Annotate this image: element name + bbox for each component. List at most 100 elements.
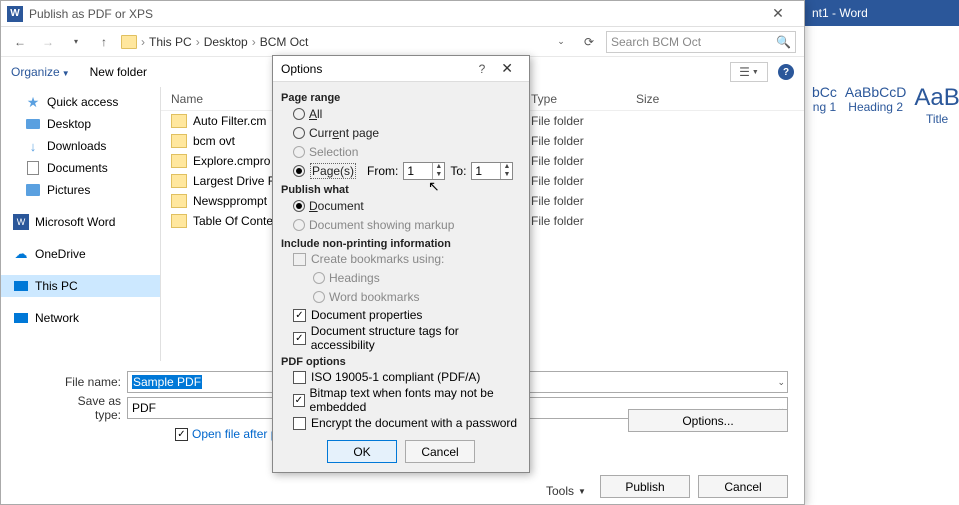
folder-icon: [171, 154, 187, 168]
folder-icon: [171, 214, 187, 228]
radio-current-page[interactable]: Current page: [281, 123, 521, 142]
back-button[interactable]: ←: [9, 31, 31, 53]
cloud-icon: [13, 246, 29, 262]
from-label: From:: [367, 164, 398, 178]
close-icon[interactable]: ✕: [493, 60, 521, 77]
network-icon: [13, 310, 29, 326]
checkbox-icon: [293, 332, 306, 345]
sidebar-item-pictures[interactable]: Pictures: [1, 179, 160, 201]
spin-down-icon[interactable]: ▼: [501, 171, 512, 179]
folder-icon: [171, 174, 187, 188]
style-heading1[interactable]: bCcng 1: [812, 84, 837, 126]
check-doc-properties[interactable]: Document properties: [281, 306, 521, 324]
sidebar-item-downloads[interactable]: Downloads: [1, 135, 160, 157]
checkbox-icon: [293, 253, 306, 266]
new-folder-button[interactable]: New folder: [90, 65, 147, 79]
sidebar-item-desktop[interactable]: Desktop: [1, 113, 160, 135]
include-label: Include non-printing information: [281, 238, 521, 250]
options-title-bar: Options ? ✕: [273, 56, 529, 82]
radio-icon: [293, 108, 305, 120]
tools-menu[interactable]: Tools▼: [546, 484, 586, 498]
ok-button[interactable]: OK: [327, 440, 397, 463]
radio-selection: Selection: [281, 142, 521, 161]
search-input[interactable]: Search BCM Oct 🔍: [606, 31, 796, 53]
column-type[interactable]: Type: [531, 92, 636, 106]
to-spinner[interactable]: 1▲▼: [471, 162, 513, 180]
spin-down-icon[interactable]: ▼: [433, 171, 444, 179]
folder-icon: [171, 194, 187, 208]
help-icon[interactable]: ?: [778, 64, 794, 80]
help-icon[interactable]: ?: [471, 62, 494, 76]
sidebar-item-quick-access[interactable]: ★Quick access: [1, 91, 160, 113]
spin-up-icon[interactable]: ▲: [433, 163, 444, 171]
checkbox-icon: [293, 371, 306, 384]
chevron-right-icon: ›: [252, 35, 256, 49]
word-title-text: nt1 - Word: [812, 6, 868, 20]
search-placeholder: Search BCM Oct: [611, 35, 701, 49]
publish-button[interactable]: Publish: [600, 475, 690, 498]
radio-icon: [293, 165, 305, 177]
address-dropdown[interactable]: ⌄: [550, 36, 572, 47]
breadcrumb[interactable]: › This PC › Desktop › BCM Oct: [121, 35, 544, 49]
radio-icon: [293, 146, 305, 158]
options-button[interactable]: Options...: [628, 409, 788, 432]
check-doc-structure-tags[interactable]: Document structure tags for accessibilit…: [281, 324, 521, 352]
checkbox-icon: [293, 309, 306, 322]
radio-document[interactable]: Document: [281, 196, 521, 215]
sidebar-item-this-pc[interactable]: This PC: [1, 275, 160, 297]
word-app-icon: W: [7, 6, 23, 22]
word-icon: W: [13, 214, 29, 230]
breadcrumb-this-pc[interactable]: This PC: [149, 35, 192, 49]
folder-icon: [171, 134, 187, 148]
options-dialog: Options ? ✕ Page range All Current page …: [272, 55, 530, 473]
star-icon: ★: [25, 94, 41, 110]
file-name-label: File name:: [51, 375, 121, 389]
view-mode-button[interactable]: ☰▼: [730, 62, 768, 82]
organize-menu[interactable]: Organize▼: [11, 65, 70, 79]
checkbox-icon: [293, 417, 306, 430]
breadcrumb-bcm-oct[interactable]: BCM Oct: [260, 35, 309, 49]
close-icon[interactable]: ✕: [758, 5, 798, 22]
sidebar-item-documents[interactable]: Documents: [1, 157, 160, 179]
nav-bar: ← → ▾ ↑ › This PC › Desktop › BCM Oct ⌄ …: [1, 27, 804, 57]
check-bitmap-text[interactable]: Bitmap text when fonts may not be embedd…: [281, 386, 521, 414]
checkbox-icon: [175, 428, 188, 441]
style-heading2[interactable]: AaBbCcDHeading 2: [845, 84, 906, 126]
chevron-right-icon: ›: [141, 35, 145, 49]
radio-all[interactable]: All: [281, 104, 521, 123]
breadcrumb-desktop[interactable]: Desktop: [204, 35, 248, 49]
cancel-button[interactable]: Cancel: [698, 475, 788, 498]
up-button[interactable]: ↑: [93, 31, 115, 53]
radio-icon: [293, 127, 305, 139]
sidebar-item-network[interactable]: Network: [1, 307, 160, 329]
picture-icon: [25, 182, 41, 198]
publish-what-label: Publish what: [281, 184, 521, 196]
to-label: To:: [450, 164, 466, 178]
search-icon[interactable]: 🔍: [776, 35, 791, 49]
radio-headings: Headings: [281, 268, 521, 287]
chevron-down-icon: ▼: [62, 69, 70, 78]
chevron-down-icon[interactable]: ⌄: [777, 377, 785, 388]
sidebar-item-word[interactable]: WMicrosoft Word: [1, 211, 160, 233]
check-iso[interactable]: ISO 19005-1 compliant (PDF/A): [281, 368, 521, 386]
options-title-text: Options: [281, 62, 322, 76]
recent-dropdown[interactable]: ▾: [65, 31, 87, 53]
download-icon: [25, 138, 41, 154]
radio-pages[interactable]: Page(s) From: 1▲▼ To: 1▲▼: [281, 161, 521, 180]
spin-up-icon[interactable]: ▲: [501, 163, 512, 171]
radio-icon: [293, 219, 305, 231]
forward-button[interactable]: →: [37, 31, 59, 53]
chevron-down-icon: ▼: [578, 487, 586, 496]
publish-title-bar: W Publish as PDF or XPS ✕: [1, 1, 804, 27]
radio-word-bookmarks: Word bookmarks: [281, 287, 521, 306]
cancel-button[interactable]: Cancel: [405, 440, 475, 463]
folder-icon: [121, 35, 137, 49]
desktop-icon: [25, 116, 41, 132]
radio-icon: [313, 272, 325, 284]
style-title[interactable]: AaBTitle: [914, 84, 959, 126]
sidebar-item-onedrive[interactable]: OneDrive: [1, 243, 160, 265]
check-encrypt[interactable]: Encrypt the document with a password: [281, 414, 521, 432]
refresh-icon[interactable]: ⟳: [578, 35, 600, 49]
column-size[interactable]: Size: [636, 92, 794, 106]
from-spinner[interactable]: 1▲▼: [403, 162, 445, 180]
